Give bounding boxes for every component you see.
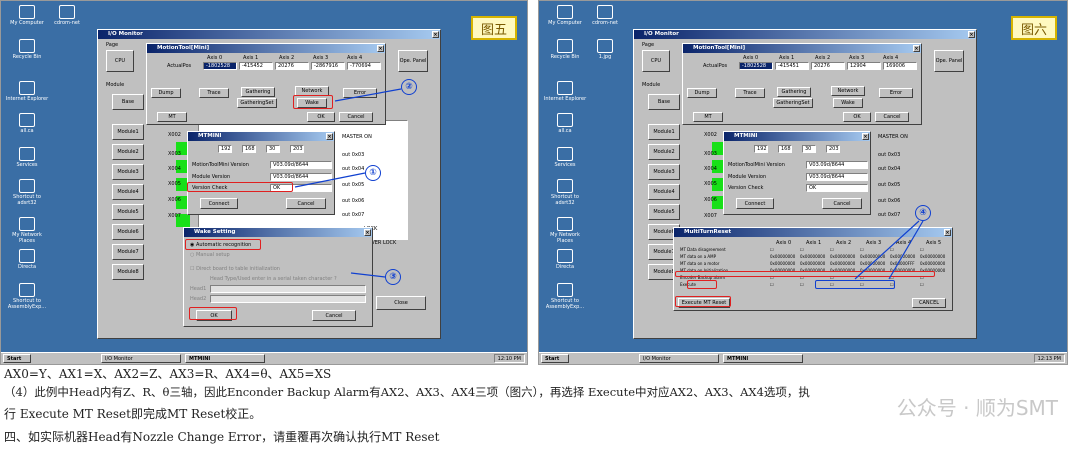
task-io-monitor[interactable]: I/O Monitor (101, 354, 181, 363)
clock: 12:10 PM (493, 354, 525, 363)
right-screenshot: My Computer cdrom-net Recycle Bin 1.jpg … (538, 0, 1068, 365)
text-line: 四、如实际机器Head有Nozzle Change Error，请重覆再次确认执… (4, 430, 440, 444)
left-screenshot: My Computer cdrom-net Recycle Bin Intern… (0, 0, 528, 365)
clock: 12:13 PM (1033, 354, 1065, 363)
callout-arrows (294, 88, 402, 278)
taskbar: Start I/O Monitor MTMINI 12:10 PM (1, 352, 527, 364)
task-mtmini[interactable]: MTMINI (723, 354, 803, 363)
text-line: 行 Execute MT Reset即完成MT Reset校正。 (4, 407, 262, 421)
watermark: 公众号 · 顺为SMT (896, 396, 1058, 420)
text-line: （4）此例中Head内有Z、R、θ三轴，因此Enconder Backup Al… (4, 385, 810, 399)
taskbar: Start I/O Monitor MTMINI 12:13 PM (539, 352, 1067, 364)
start-button[interactable]: Start (3, 354, 31, 363)
task-io-monitor[interactable]: I/O Monitor (639, 354, 719, 363)
task-mtmini[interactable]: MTMINI (185, 354, 265, 363)
callout-arrows (854, 220, 924, 280)
text-line: AX0=Y、AX1=X、AX2=Z、AX3=R、AX4=θ、AX5=XS (4, 367, 332, 381)
start-button[interactable]: Start (541, 354, 569, 363)
